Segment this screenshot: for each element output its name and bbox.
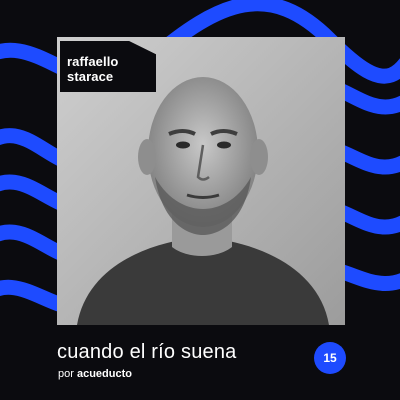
- episode-title: cuando el río suena: [57, 341, 237, 363]
- podcast-cover: raffaello starace cuando el río suena po…: [0, 0, 400, 400]
- brand-name: acueducto: [76, 368, 132, 380]
- episode-number-badge: 15: [314, 342, 346, 374]
- guest-first-name: raffaello: [67, 54, 119, 69]
- guest-last-name: starace: [67, 69, 114, 84]
- byline: por acueducto: [58, 367, 132, 381]
- byline-prefix: por: [58, 368, 74, 380]
- episode-number: 15: [323, 351, 337, 365]
- guest-name-tag: raffaello starace: [60, 41, 156, 92]
